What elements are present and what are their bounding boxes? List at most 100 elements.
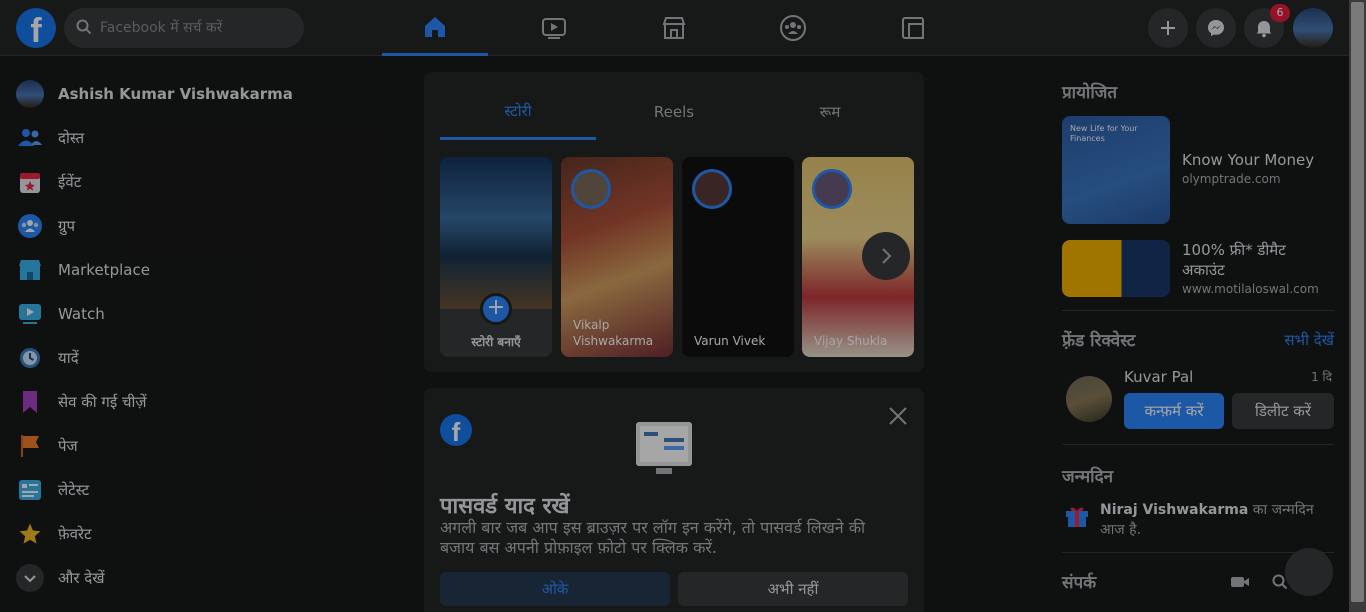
sidebar-item-see-more[interactable]: और देखें xyxy=(8,556,388,600)
plus-icon: + xyxy=(480,293,512,325)
requester-name[interactable]: Kuvar Pal xyxy=(1124,368,1193,386)
sidebar-item-label: सेव की गई चीज़ें xyxy=(58,393,147,411)
events-icon xyxy=(16,168,44,196)
stories-next-button[interactable] xyxy=(862,232,910,280)
sidebar-item-label: फ़ेवरेट xyxy=(58,525,92,543)
sidebar-item-label: पेज xyxy=(58,437,78,455)
ad-item[interactable]: New Life for Your Finances Know Your Mon… xyxy=(1062,116,1314,224)
latest-icon xyxy=(16,476,44,504)
see-all-link[interactable]: सभी देखें xyxy=(1284,330,1334,350)
sidebar-item-marketplace[interactable]: Marketplace xyxy=(8,248,388,292)
top-navigation-bar: f 6 xyxy=(0,0,1349,56)
story-author: Vikalp Vishwakarma xyxy=(573,318,654,348)
delete-button[interactable]: डिलीट करें xyxy=(1232,393,1334,429)
story-card[interactable]: Varun Vivek xyxy=(682,157,794,357)
avatar xyxy=(812,169,852,209)
marketplace-icon xyxy=(662,17,686,39)
tab-stories[interactable]: स्टोरी xyxy=(440,84,596,140)
avatar xyxy=(692,169,732,209)
gift-icon xyxy=(1066,507,1088,527)
sidebar-item-profile[interactable]: Ashish Kumar Vishwakarma xyxy=(8,72,388,116)
sidebar-item-groups[interactable]: ग्रुप xyxy=(8,204,388,248)
sidebar-item-memories[interactable]: यादें xyxy=(8,336,388,380)
profile-avatar xyxy=(16,80,44,108)
card-title: पासवर्ड याद रखें xyxy=(440,494,570,519)
close-icon[interactable] xyxy=(886,404,910,428)
tab-rooms[interactable]: रूम xyxy=(752,84,908,140)
sidebar-item-favorites[interactable]: फ़ेवरेट xyxy=(8,512,388,556)
avatar xyxy=(571,169,611,209)
remember-password-card: f पासवर्ड याद रखें अगली बार जब आप इस ब्र… xyxy=(424,388,924,612)
story-background-image xyxy=(440,157,552,309)
tab-marketplace[interactable] xyxy=(621,0,727,56)
sponsored-heading: प्रायोजित xyxy=(1062,83,1118,103)
ad-item[interactable]: 100% फ्री* डीमैट अकाउंट www.motilaloswal… xyxy=(1062,240,1332,297)
scrollbar-thumb[interactable] xyxy=(1351,2,1364,602)
tab-home[interactable] xyxy=(382,0,488,56)
sidebar-item-latest[interactable]: लेटेस्ट xyxy=(8,468,388,512)
sidebar-item-saved[interactable]: सेव की गई चीज़ें xyxy=(8,380,388,424)
sidebar-item-events[interactable]: ईवेंट xyxy=(8,160,388,204)
facebook-logo[interactable]: f xyxy=(16,8,56,48)
create-story-card[interactable]: + स्टोरी बनाएँ xyxy=(440,157,552,357)
chevron-down-icon xyxy=(16,564,44,592)
not-now-button[interactable]: अभी नहीं xyxy=(678,572,908,606)
chevron-right-icon xyxy=(882,248,892,264)
sidebar-item-friends[interactable]: दोस्त xyxy=(8,116,388,160)
watch-icon xyxy=(16,300,44,328)
ad-title: Know Your Money xyxy=(1182,151,1315,169)
sidebar-item-watch[interactable]: Watch xyxy=(8,292,388,336)
sidebar-item-pages[interactable]: पेज xyxy=(8,424,388,468)
ad-title: 100% फ्री* डीमैट अकाउंट xyxy=(1182,241,1286,279)
tab-reels[interactable]: Reels xyxy=(596,84,752,140)
account-avatar[interactable] xyxy=(1293,8,1333,48)
create-story-label: स्टोरी बनाएँ xyxy=(471,335,521,349)
tab-gaming[interactable] xyxy=(860,0,966,56)
bell-icon xyxy=(1256,21,1272,38)
messenger-icon xyxy=(1208,20,1224,36)
sidebar-item-label: दोस्त xyxy=(58,129,85,147)
sidebar-item-label: Marketplace xyxy=(58,261,150,279)
sidebar-item-label: लेटेस्ट xyxy=(58,481,90,499)
facebook-logo: f xyxy=(440,414,472,446)
ad-url: olymptrade.com xyxy=(1182,172,1281,186)
ok-button[interactable]: ओके xyxy=(440,572,670,606)
search-box[interactable] xyxy=(64,8,304,48)
ad-image xyxy=(1062,240,1170,297)
tab-groups[interactable] xyxy=(740,0,846,56)
plus-icon xyxy=(1161,21,1175,35)
friends-icon xyxy=(16,124,44,152)
sidebar-item-label: ईवेंट xyxy=(58,173,82,191)
birthday-person[interactable]: Niraj Vishwakarma xyxy=(1100,502,1248,518)
sidebar-item-label: Ashish Kumar Vishwakarma xyxy=(58,85,293,103)
marketplace-icon xyxy=(16,256,44,284)
confirm-button[interactable]: कन्फ़र्म करें xyxy=(1124,393,1224,429)
birthdays-heading: जन्मदिन xyxy=(1062,467,1114,487)
request-time: 1 दि xyxy=(1311,370,1332,384)
favorites-icon xyxy=(16,520,44,548)
pages-icon xyxy=(16,432,44,460)
sidebar-item-label: ग्रुप xyxy=(58,217,75,235)
friend-requests-heading: फ़्रेंड रिक्वेस्ट xyxy=(1062,331,1136,351)
birthday-text: Niraj Vishwakarma का जन्मदिन आज है. xyxy=(1100,500,1336,540)
stories-card: स्टोरी Reels रूम + स्टोरी बनाएँ Vikalp V… xyxy=(424,72,924,372)
story-author: Varun Vivek xyxy=(694,334,766,348)
create-button[interactable] xyxy=(1148,8,1188,48)
search-icon xyxy=(76,19,92,35)
story-author: Vijay Shukla xyxy=(814,334,888,348)
sidebar-item-label: Watch xyxy=(58,305,105,323)
memories-icon xyxy=(16,344,44,372)
search-input[interactable] xyxy=(100,8,296,48)
divider xyxy=(1062,310,1334,311)
video-call-icon[interactable] xyxy=(1230,574,1250,590)
saved-icon xyxy=(16,388,44,416)
avatar[interactable] xyxy=(1066,376,1112,422)
notification-badge: 6 xyxy=(1270,4,1290,22)
new-message-button[interactable] xyxy=(1285,548,1333,596)
story-card[interactable]: Vikalp Vishwakarma xyxy=(561,157,673,357)
divider xyxy=(1062,444,1334,445)
sidebar-item-label: और देखें xyxy=(58,569,105,587)
sidebar-item-label: यादें xyxy=(58,349,79,367)
tab-watch[interactable] xyxy=(501,0,607,56)
messenger-button[interactable] xyxy=(1196,8,1236,48)
